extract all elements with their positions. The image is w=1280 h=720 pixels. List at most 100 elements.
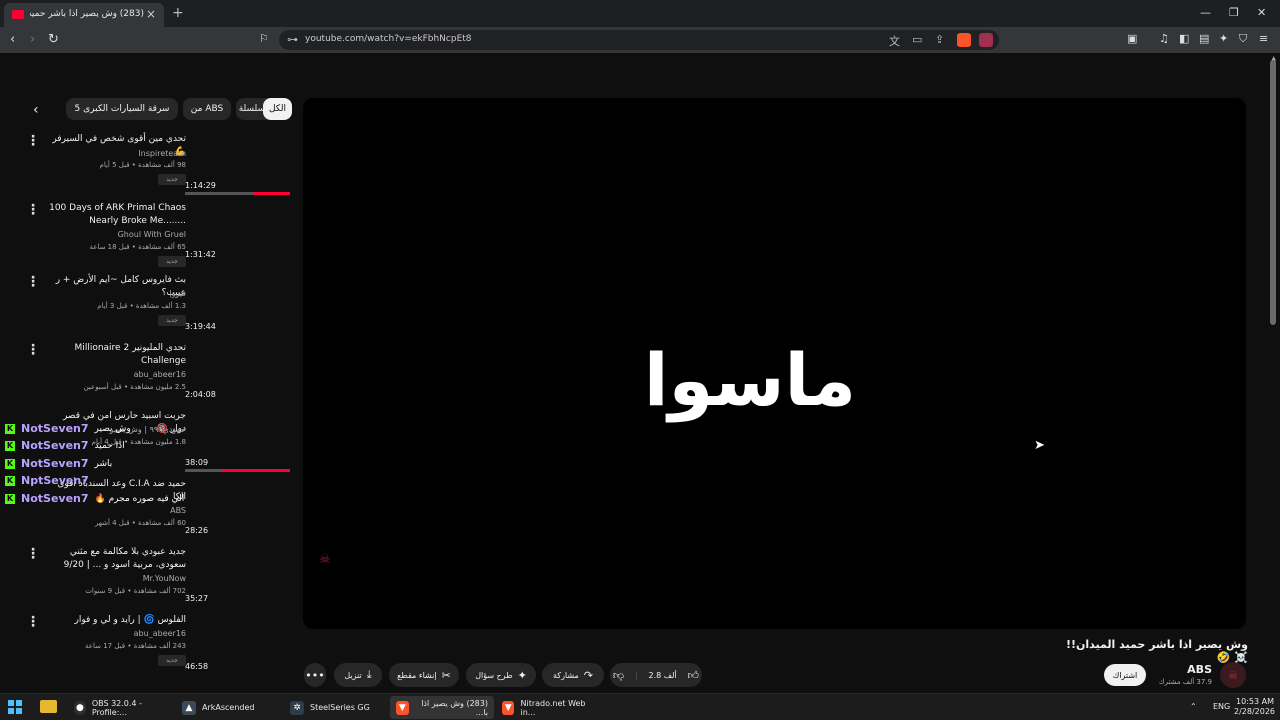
chat-text: الي فيه صوره مجرم 🔥 [94,493,185,504]
subscriber-count: 37.9 ألف مشترك [1158,678,1212,686]
menu-icon[interactable]: ≡ [1259,32,1268,45]
dislike-icon[interactable]: 👎︎ [613,669,624,682]
chat-message: K NptSeven7 [2,472,202,489]
chip-gta5[interactable]: سرقة السيارات الكبرى 5 [66,98,178,120]
page-scrollbar[interactable] [1270,60,1276,325]
video-meta: 65 ألف مشاهدة • قبل 18 ساعة [89,243,187,251]
video-title: الفلوس 🌀 | رايد و لي و فوار [74,615,187,625]
video-meta: 98 ألف مشاهدة • قبل 5 أيام [99,161,186,169]
taskbar-label: ArkAscended [202,703,255,712]
system-clock[interactable]: 10:53 AM 2/28/2026 [1234,697,1275,717]
subscribe-button[interactable]: اشتراك [1104,664,1146,686]
video-overlay-text: ماسوا [643,338,857,422]
more-actions-button[interactable]: ••• [304,663,326,687]
restore-icon[interactable]: ❐ [1229,6,1239,19]
translate-icon[interactable]: 文 [889,33,900,49]
tab-title: (283) وش يصير اذا باشر حميد المدان [30,9,144,19]
panel-icon[interactable]: ◧ [1179,32,1189,45]
channel-avatar[interactable]: ☠ [1220,662,1246,688]
like-icon[interactable]: 👍︎ [688,669,700,682]
brave-rewards-icon[interactable] [979,33,993,47]
chat-username: NotSeven7 [21,492,89,505]
chip-from-abs[interactable]: من ABS [183,98,231,120]
video-channel: Inspireteam [138,149,186,158]
media-icon[interactable]: ♫ [1159,32,1169,45]
taskbar-label: OBS 32.0.4 - Profile:... [91,698,142,717]
file-explorer-icon[interactable] [40,700,57,713]
browser-tab[interactable]: (283) وش يصير اذا باشر حميد المدان × [4,3,164,27]
download-icon: ⤓ [366,668,372,681]
forward-icon[interactable]: › [30,32,35,47]
video-duration: 35:27 [185,594,209,603]
browser-tab-bar: (283) وش يصير اذا باشر حميد المدان × + —… [0,0,1280,27]
wallet-icon[interactable]: ▤ [1199,32,1209,45]
language-indicator[interactable]: ENG [1213,702,1230,711]
address-bar[interactable]: ⊶ youtube.com/watch?v=ekFbhNcpEt8 文 ▭ ⇪ [279,30,999,50]
download-label: تنزيل [344,670,362,680]
site-info-icon[interactable]: ⊶ [287,33,298,46]
back-icon[interactable]: ‹ [10,32,15,47]
ask-button[interactable]: طرح سؤال ✦ [466,663,536,687]
new-tab-icon[interactable]: + [172,5,184,21]
more-options-icon[interactable]: ⋮ [26,274,40,290]
taskbar-label: SteelSeries GG [310,703,370,712]
chat-username: NotSeven7 [21,457,89,470]
more-options-icon[interactable]: ⋮ [26,342,40,358]
brave-icon: ▼ [396,700,409,715]
divider: | [634,670,638,680]
video-duration: 28:26 [185,526,209,535]
like-count[interactable]: 2.8 ألف [648,671,676,680]
more-options-icon[interactable]: ⋮ [26,202,40,218]
share-button[interactable]: مشاركة ↷ [542,663,604,687]
chip-all[interactable]: الكل [263,98,292,120]
taskbar-item-obs[interactable]: ● OBS 32.0.4 - Profile:... [68,696,172,719]
video-title: 100 Days of ARK Primal Chaos Nearly Brok… [49,203,186,226]
taskbar-item-ark[interactable]: ▲ ArkAscended [176,696,280,719]
channel-name[interactable]: ABS [1162,663,1212,676]
video-channel: Ghoul With Gruel [117,230,186,239]
clip-button[interactable]: إنشاء مقطع ✂ [389,663,459,687]
chat-username: NotSeven7 [21,422,89,435]
download-button[interactable]: تنزيل ⤓ [334,663,382,687]
url-text: youtube.com/watch?v=ekFbhNcpEt8 [305,34,472,44]
vpn-icon[interactable]: ⛉ [1239,32,1247,46]
video-meta: 702 ألف مشاهدة • قبل 9 سنوات [85,587,186,595]
chat-message: K NotSeven7 الي فيه صوره مجرم 🔥 [2,490,202,507]
video-channel: ABS [170,506,186,515]
kick-icon: K [5,423,15,434]
video-duration: 3:19:44 [185,322,216,331]
more-options-icon[interactable]: ⋮ [26,614,40,630]
windows-start-icon[interactable] [8,700,22,714]
brave-shields-icon[interactable] [957,33,971,47]
bookmark-icon[interactable]: ⚐ [259,32,269,45]
mouse-cursor-icon: ➤ [1034,438,1045,453]
more-horiz-icon: ••• [305,668,325,682]
share-icon[interactable]: ⇪ [935,33,944,46]
channel-watermark-icon[interactable]: ☠ [316,552,334,570]
taskbar-item-nitrado[interactable]: ▼ Nitrado.net Web in... [496,696,600,719]
cast-icon[interactable]: ▭ [912,33,922,46]
leo-ai-icon[interactable]: ✦ [1219,32,1228,45]
close-tab-icon[interactable]: × [146,7,156,21]
chat-text: وش يصير [94,423,131,434]
progress-fill [253,192,290,195]
taskbar-item-steelseries[interactable]: ✲ SteelSeries GG [284,696,388,719]
chat-username: NotSeven7 [21,439,89,452]
reload-icon[interactable]: ↻ [48,32,59,47]
more-options-icon[interactable]: ⋮ [26,546,40,562]
video-channel: abu_abeer16 [133,370,186,379]
minimize-icon[interactable]: — [1200,6,1211,19]
clock-time: 10:53 AM [1236,697,1274,706]
taskbar-item-youtube[interactable]: ▼ (283) وش يصير اذا با... [390,696,494,719]
new-badge: جديد [158,315,186,326]
share-arrow-icon: ↷ [583,668,594,682]
chat-username: NptSeven7 [21,474,89,487]
close-window-icon[interactable]: ✕ [1257,6,1266,19]
more-options-icon[interactable]: ⋮ [26,133,40,149]
tray-overflow-icon[interactable]: ⌃ [1190,702,1197,711]
chat-text: باشر [94,458,113,469]
chat-message: K NotSeven7 وش يصير [2,420,202,437]
new-badge: جديد [158,174,186,185]
sidebar-icon[interactable]: ▣ [1127,32,1137,45]
progress-fill [221,469,290,472]
